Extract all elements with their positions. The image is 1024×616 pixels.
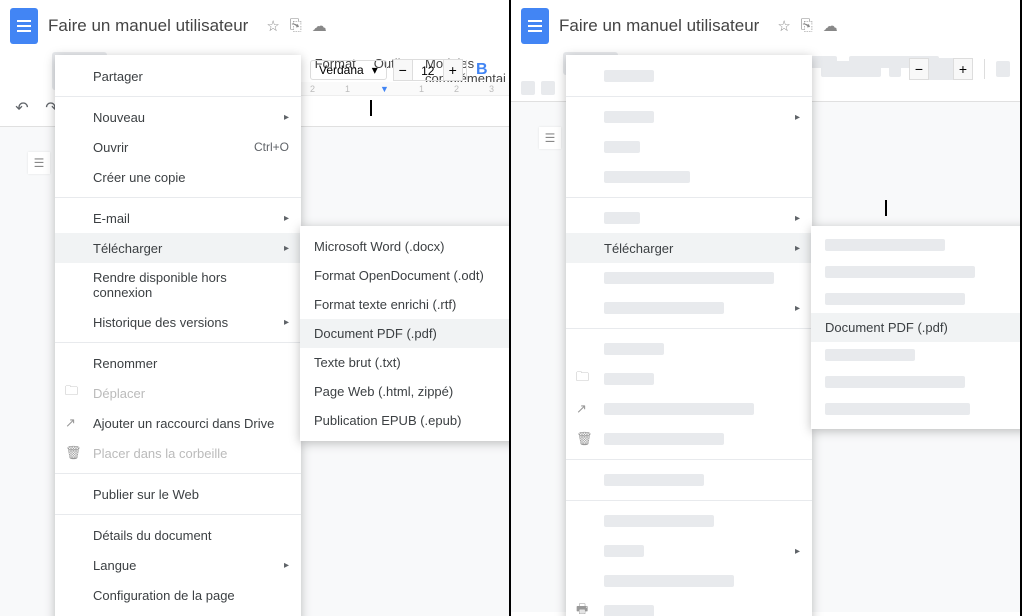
chevron-right-icon: ▸ (284, 317, 289, 328)
menu-ouvrir[interactable]: OuvrirCtrl+O (55, 132, 301, 162)
undo-icon[interactable]: ↶ (10, 96, 34, 120)
menu-email[interactable]: E-mail▸ (55, 203, 301, 233)
menu-item[interactable] (566, 162, 812, 192)
trash-icon: 🗑 (576, 431, 593, 447)
menu-item[interactable] (566, 263, 812, 293)
folder-icon: 🗀 (576, 368, 589, 390)
link-icon: ↗ (65, 415, 76, 431)
download-txt[interactable]: Texte brut (.txt) (300, 348, 511, 377)
move-icon[interactable]: ⎘ (801, 17, 813, 35)
outline-icon[interactable]: ☰ (28, 152, 50, 174)
move-icon[interactable]: ⎘ (290, 17, 302, 35)
download-rtf[interactable]: Format texte enrichi (.rtf) (300, 290, 511, 319)
menu-item[interactable]: ▸ (566, 536, 812, 566)
print-icon: 🖶 (576, 600, 588, 616)
font-size-increase[interactable]: + (953, 58, 973, 80)
font-size[interactable]: 12 (413, 59, 443, 81)
folder-icon: 🗀 (65, 382, 78, 404)
chevron-down-icon: ▾ (372, 63, 378, 77)
link-icon: ↗ (576, 401, 587, 417)
menu-telecharger[interactable]: Télécharger▸ (55, 233, 301, 263)
menu-item[interactable] (566, 132, 812, 162)
menu-partager[interactable]: Partager (55, 61, 301, 91)
ruler-tick: 2 (310, 84, 315, 94)
chevron-right-icon: ▸ (284, 112, 289, 123)
menu-publier[interactable]: Publier sur le Web (55, 479, 301, 509)
menu-deplacer[interactable]: 🗀Déplacer (55, 378, 301, 408)
menu-langue[interactable]: Langue▸ (55, 550, 301, 580)
submenu-item[interactable] (811, 396, 1022, 423)
menu-item[interactable]: ▸ (566, 293, 812, 323)
submenu-item[interactable] (811, 342, 1022, 369)
cloud-icon[interactable]: ☁ (312, 17, 327, 35)
trash-icon: 🗑 (65, 445, 82, 461)
font-family-selector[interactable]: Verdana ▾ (310, 60, 387, 80)
cloud-icon[interactable]: ☁ (823, 17, 838, 35)
menu-item[interactable]: 🗀 (566, 364, 812, 394)
download-html[interactable]: Page Web (.html, zippé) (300, 377, 511, 406)
telecharger-submenu: Microsoft Word (.docx) Format OpenDocume… (300, 226, 511, 441)
chevron-right-icon: ▸ (284, 213, 289, 224)
text-cursor (885, 200, 887, 216)
menu-item[interactable] (566, 465, 812, 495)
menu-hors-connexion[interactable]: Rendre disponible hors connexion (55, 263, 301, 307)
bold-button[interactable]: B (470, 58, 494, 82)
menu-config[interactable]: Configuration de la page (55, 580, 301, 610)
font-size-decrease[interactable]: − (393, 59, 413, 81)
menu-item[interactable]: 🗑 (566, 424, 812, 454)
ruler-tick: ▼ (380, 84, 389, 94)
menu-item[interactable] (566, 506, 812, 536)
download-pdf[interactable]: Document PDF (.pdf) (811, 313, 1022, 342)
ruler-tick: 3 (489, 84, 494, 94)
docs-logo[interactable] (521, 8, 549, 44)
download-docx[interactable]: Microsoft Word (.docx) (300, 232, 511, 261)
star-icon[interactable]: ☆ (266, 17, 279, 35)
menu-historique[interactable]: Historique des versions▸ (55, 307, 301, 337)
ruler-tick: 1 (345, 84, 350, 94)
menu-corbeille[interactable]: 🗑Placer dans la corbeille (55, 438, 301, 468)
submenu-item[interactable] (811, 232, 1022, 259)
menu-raccourci[interactable]: ↗Ajouter un raccourci dans Drive (55, 408, 301, 438)
chevron-right-icon: ▸ (284, 243, 289, 254)
download-odt[interactable]: Format OpenDocument (.odt) (300, 261, 511, 290)
document-title[interactable]: Faire un manuel utilisateur (48, 16, 248, 36)
ruler-tick: 1 (419, 84, 424, 94)
submenu-item[interactable] (811, 369, 1022, 396)
file-dropdown: ▸ ▸ Télécharger▸ ▸ 🗀 ↗ 🗑 ▸ 🖶 (566, 55, 812, 616)
text-cursor (370, 100, 372, 116)
menu-item[interactable] (566, 61, 812, 91)
menu-details[interactable]: Détails du document (55, 520, 301, 550)
menu-item[interactable]: ↗ (566, 394, 812, 424)
ruler-tick: 2 (454, 84, 459, 94)
document-title[interactable]: Faire un manuel utilisateur (559, 16, 759, 36)
download-epub[interactable]: Publication EPUB (.epub) (300, 406, 511, 435)
docs-logo[interactable] (10, 8, 38, 44)
menu-item[interactable] (566, 566, 812, 596)
menu-item[interactable]: ▸ (566, 102, 812, 132)
star-icon[interactable]: ☆ (777, 17, 790, 35)
submenu-item[interactable] (811, 259, 1022, 286)
menu-nouveau[interactable]: Nouveau▸ (55, 102, 301, 132)
menu-copie[interactable]: Créer une copie (55, 162, 301, 192)
submenu-item[interactable] (811, 286, 1022, 313)
chevron-right-icon: ▸ (284, 560, 289, 571)
font-name: Verdana (319, 63, 364, 77)
telecharger-submenu: Document PDF (.pdf) (811, 226, 1022, 429)
menu-item[interactable] (566, 334, 812, 364)
menu-item[interactable]: 🖶 (566, 596, 812, 616)
menu-imprimer[interactable]: 🖶ImprimerCtrl+P (55, 610, 301, 616)
file-dropdown: Partager Nouveau▸ OuvrirCtrl+O Créer une… (55, 55, 301, 616)
menu-telecharger[interactable]: Télécharger▸ (566, 233, 812, 263)
outline-icon[interactable]: ☰ (539, 127, 561, 149)
menu-renommer[interactable]: Renommer (55, 348, 301, 378)
font-size-increase[interactable]: + (443, 59, 463, 81)
menu-item[interactable]: ▸ (566, 203, 812, 233)
font-size-decrease[interactable]: − (909, 58, 929, 80)
chevron-right-icon: ▸ (795, 243, 800, 254)
download-pdf[interactable]: Document PDF (.pdf) (300, 319, 511, 348)
